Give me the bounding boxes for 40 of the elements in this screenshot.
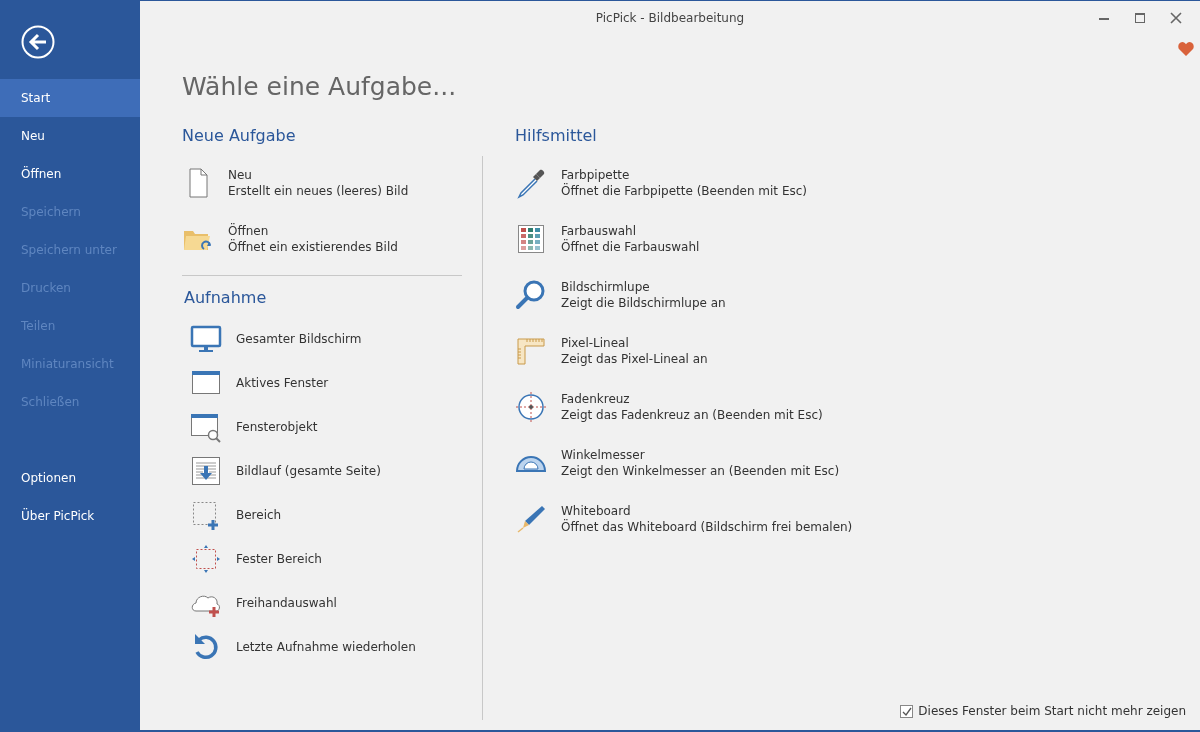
tool-item[interactable]: Bildschirmlupe Zeigt die Bildschirmlupe an <box>515 267 853 324</box>
pen-icon <box>515 503 547 536</box>
capture-item[interactable]: Fensterobjekt <box>182 405 462 450</box>
close-icon <box>1170 12 1182 24</box>
capture-item[interactable]: Aktives Fenster <box>182 361 462 406</box>
crosshair-icon <box>515 391 547 424</box>
tool-item[interactable]: Fadenkreuz Zeigt das Fadenkreuz an (Beenden mit Esc) <box>515 379 853 436</box>
magnifier-icon <box>515 279 547 312</box>
heart-icon[interactable] <box>1178 41 1194 56</box>
section-heading: Neue Aufgabe <box>182 126 297 146</box>
tool-item[interactable]: Pixel-Lineal Zeigt das Pixel-Lineal an <box>515 323 853 380</box>
tool-item[interactable]: Farbpipette Öffnet die Farbpipette (Beenden mit Esc) <box>515 155 853 212</box>
page-heading: Wähle eine Aufgabe... <box>182 72 458 102</box>
sidebar-item[interactable]: Neu <box>0 117 140 155</box>
capture-item[interactable]: Bereich <box>182 493 462 538</box>
capture-item[interactable]: Bildlauf (gesamte Seite) <box>182 449 462 494</box>
tool-item[interactable]: Whiteboard Öffnet das Whiteboard (Bildschirm frei bemalen) <box>515 491 853 548</box>
eyedropper-icon <box>515 167 547 200</box>
task-item[interactable]: Öffnen Öffnet ein existierendes Bild <box>182 211 462 268</box>
task-item[interactable]: Neu Erstellt ein neues (leeres) Bild <box>182 155 462 212</box>
maximize-icon <box>1134 12 1146 24</box>
scroll-page-icon <box>190 455 222 488</box>
capture-item[interactable]: Freihandauswahl <box>182 581 462 626</box>
ruler-icon <box>515 335 547 368</box>
tool-item[interactable]: Winkelmesser Zeigt den Winkelmesser an (Beenden mit Esc) <box>515 435 853 492</box>
tool-item[interactable]: Farbauswahl Öffnet die Farbauswahl <box>515 211 853 268</box>
sidebar-item[interactable]: Öffnen <box>0 155 140 193</box>
color-grid-icon <box>515 223 547 256</box>
sidebar-item[interactable]: Optionen <box>0 459 140 497</box>
sidebar-item[interactable]: Start <box>0 79 140 117</box>
section-heading: Hilfsmittel <box>515 126 598 146</box>
capture-item[interactable]: Gesamter Bildschirm <box>182 317 462 362</box>
checkbox[interactable] <box>900 704 914 718</box>
window-title: PicPick - Bildbearbeitung <box>595 9 745 27</box>
window-magnifier-icon <box>190 411 222 444</box>
checkbox-label: Dieses Fenster beim Start nicht mehr zeigen <box>918 703 1186 720</box>
capture-item[interactable]: Fester Bereich <box>182 537 462 582</box>
section-heading: Aufnahme <box>184 288 268 308</box>
sidebar-item[interactable]: Über PicPick <box>0 497 140 535</box>
capture-item[interactable]: Letzte Aufnahme wiederholen <box>182 625 462 670</box>
